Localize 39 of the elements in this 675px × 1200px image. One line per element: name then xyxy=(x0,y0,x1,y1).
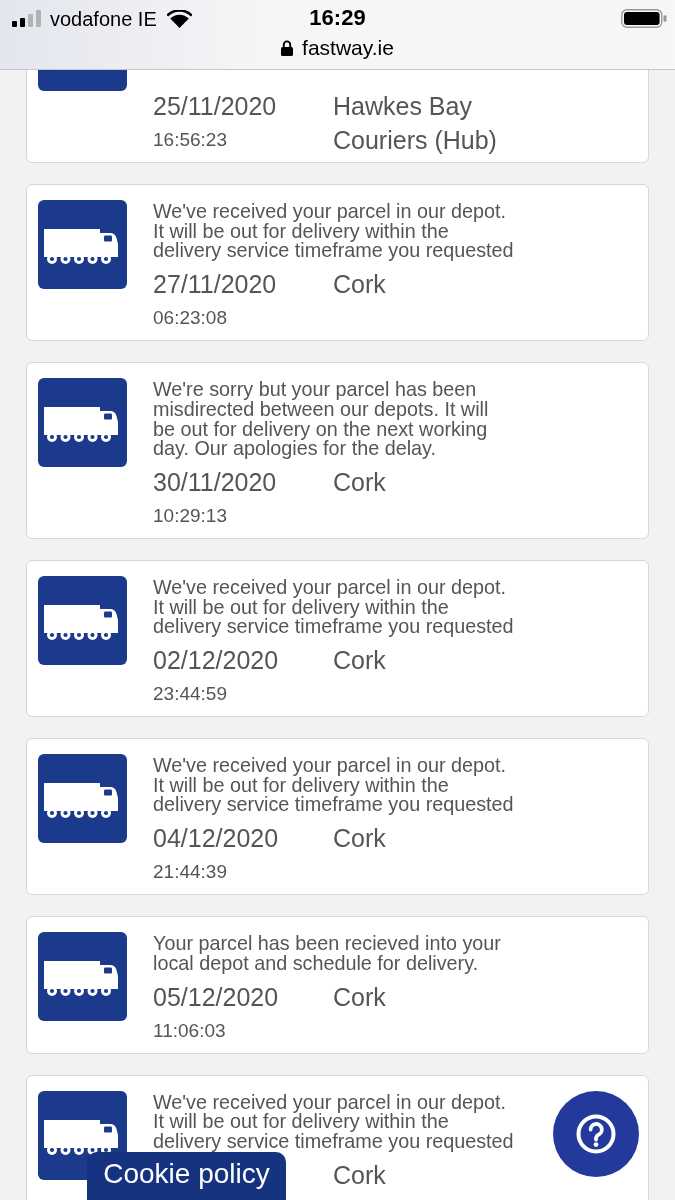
truck-icon xyxy=(38,932,127,1022)
event-date: 02/12/2020 xyxy=(153,645,280,677)
event-time: 10:29:13 xyxy=(153,503,228,528)
event-time: 16:56:23 xyxy=(153,128,228,152)
event-location: Cork xyxy=(333,1159,387,1191)
battery-icon xyxy=(621,9,667,28)
event-date: 27/11/2020 xyxy=(153,269,278,301)
signal-icon xyxy=(12,10,42,27)
truck-icon xyxy=(38,378,127,468)
event-date: 25/11/2020 xyxy=(153,91,278,122)
event-message: We're sorry but your parcel has been misdirected between our depots. It will be out for delivery on the next working day. Our apologies for the delay. xyxy=(153,380,490,459)
event-location: Cork xyxy=(333,981,387,1013)
event-message: Your parcel has been recieved into your local depot and schedule for delivery. xyxy=(153,934,502,974)
truck-icon xyxy=(38,575,127,665)
truck-icon xyxy=(38,754,127,844)
event-location: Cork xyxy=(333,466,387,498)
event-message: We've received your parcel in our depot. It will be out for delivery within the delivery service timeframe you requested xyxy=(153,1092,514,1152)
event-message: We've received your parcel in our depot. It will be out for delivery within the delivery service timeframe you requested xyxy=(153,202,514,262)
event-time: 23:44:59 xyxy=(153,682,228,707)
event-location: Cork xyxy=(333,269,387,301)
cookie-policy-button[interactable]: Cookie policy xyxy=(87,1152,286,1200)
lock-icon xyxy=(281,40,294,56)
event-time: 21:44:39 xyxy=(153,860,228,885)
event-time: 11:06:03 xyxy=(153,1018,227,1043)
event-date: 30/11/2020 xyxy=(153,466,278,498)
event-time: 06:23:08 xyxy=(153,306,228,331)
url-text[interactable]: fastway.ie xyxy=(302,37,394,59)
question-mark-icon xyxy=(576,1114,616,1154)
truck-icon xyxy=(38,200,127,289)
event-message: We've received your parcel in our depot. It will be out for delivery within the delivery service timeframe you requested xyxy=(153,577,514,638)
event-date: 04/12/2020 xyxy=(153,823,280,855)
carrier-name: vodafone IE xyxy=(50,6,157,31)
event-message: We've received your parcel in our depot. It will be out for delivery within the delivery service timeframe you requested xyxy=(153,756,514,816)
event-location: Hawkes Bay Couriers (Hub) xyxy=(333,91,498,156)
event-location: Cork xyxy=(333,645,387,677)
wifi-icon xyxy=(166,9,192,28)
clock-time: 16:29 xyxy=(309,5,366,30)
event-date: 05/12/2020 xyxy=(153,981,280,1013)
event-location: Cork xyxy=(333,823,387,855)
